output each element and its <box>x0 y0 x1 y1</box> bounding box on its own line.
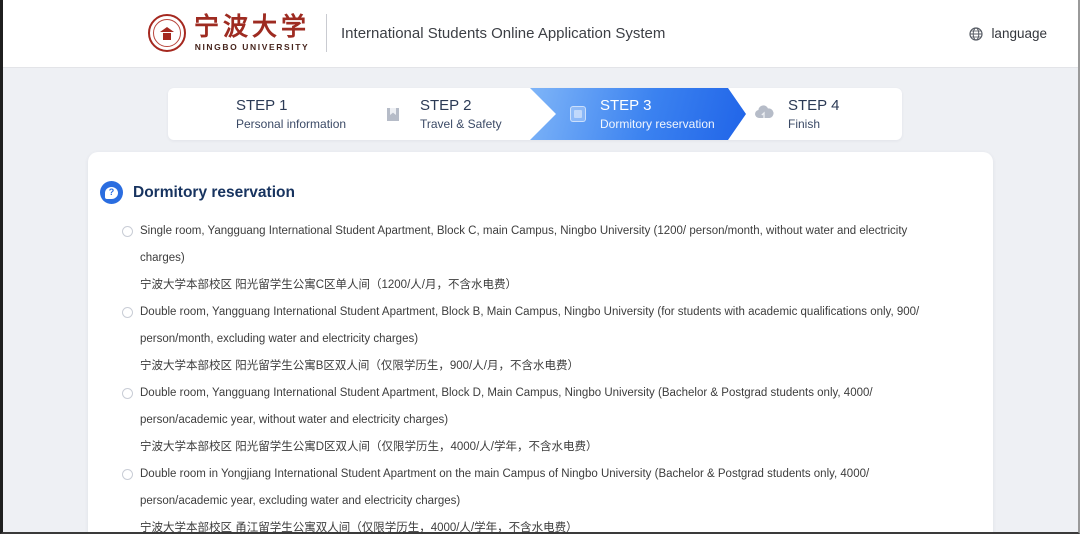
step-3-active[interactable]: STEP 3 Dormitory reservation <box>530 88 746 140</box>
step-3-sublabel: Dormitory reservation <box>600 117 715 131</box>
globe-icon <box>969 26 984 41</box>
step-3: STEP 3 Dormitory reservation <box>600 97 715 131</box>
option-label-zh: 宁波大学本部校区 甬江留学生公寓双人间（仅限学历生，4000/人/学年，不含水电… <box>140 522 578 534</box>
step-3-label: STEP 3 <box>600 97 652 114</box>
option-label-zh: 宁波大学本部校区 阳光留学生公寓D区双人间（仅限学历生，4000/人/学年，不含… <box>140 441 598 453</box>
page: { "header": { "logo": { "cn": "宁波大学", "e… <box>0 0 1080 534</box>
university-seal-icon <box>148 14 186 52</box>
logo-text: 宁波大学 NINGBO UNIVERSITY <box>194 12 311 53</box>
step-2-label: STEP 2 <box>420 97 472 114</box>
radio-button[interactable] <box>122 388 133 399</box>
option-label-zh: 宁波大学本部校区 阳光留学生公寓B区双人间（仅限学历生，900/人/月，不含水电… <box>140 360 579 372</box>
app-header: 宁波大学 NINGBO UNIVERSITY International Stu… <box>0 0 1080 68</box>
step-progress-bar: STEP 1 Personal information STEP 2 Trave… <box>168 88 902 140</box>
option-texts: Double room, Yangguang International Stu… <box>140 380 942 461</box>
logo-divider <box>326 14 328 52</box>
option-label-en: Double room, Yangguang International Stu… <box>140 306 920 345</box>
dormitory-option-1[interactable]: Single room, Yangguang International Stu… <box>122 218 962 299</box>
step-2-sublabel: Travel & Safety <box>420 117 502 131</box>
step-4[interactable]: STEP 4 Finish <box>788 97 839 131</box>
radio-button[interactable] <box>122 226 133 237</box>
book-icon <box>387 108 399 121</box>
step-1-label: STEP 1 <box>236 97 288 114</box>
language-selector[interactable]: language <box>969 26 1047 41</box>
section-header: ? Dormitory reservation <box>100 181 295 204</box>
option-label-zh: 宁波大学本部校区 阳光留学生公寓C区单人间（1200/人/月，不含水电费） <box>140 279 517 291</box>
step-1-sublabel: Personal information <box>236 117 347 131</box>
option-label-en: Double room, Yangguang International Stu… <box>140 387 873 426</box>
option-label-en: Single room, Yangguang International Stu… <box>140 225 908 264</box>
question-glyph: ? <box>105 186 118 199</box>
option-texts: Double room in Yongjiang International S… <box>140 461 942 534</box>
system-title: International Students Online Applicatio… <box>341 24 666 42</box>
step-4-label: STEP 4 <box>788 97 840 114</box>
dormitory-reservation-card: ? Dormitory reservation Single room, Yan… <box>88 152 993 534</box>
option-label-en: Double room in Yongjiang International S… <box>140 468 870 507</box>
seal-inner-ring <box>153 19 181 47</box>
university-logo: 宁波大学 NINGBO UNIVERSITY International Stu… <box>148 14 665 52</box>
step-1[interactable]: STEP 1 Personal information <box>236 97 346 131</box>
radio-button[interactable] <box>122 469 133 480</box>
language-label[interactable]: language <box>991 26 1047 41</box>
dormitory-options-list: Single room, Yangguang International Stu… <box>122 218 962 534</box>
logo-english-name: NINGBO UNIVERSITY <box>194 42 310 52</box>
seal-building-roof <box>160 26 174 32</box>
option-texts: Single room, Yangguang International Stu… <box>140 218 942 299</box>
section-title: Dormitory reservation <box>133 183 295 201</box>
step-4-sublabel: Finish <box>788 117 821 131</box>
step-2[interactable]: STEP 2 Travel & Safety <box>420 97 502 131</box>
dormitory-option-3[interactable]: Double room, Yangguang International Stu… <box>122 380 962 461</box>
grid-icon <box>570 106 586 122</box>
dormitory-option-2[interactable]: Double room, Yangguang International Stu… <box>122 299 962 380</box>
seal-building-body <box>163 32 171 40</box>
option-texts: Double room, Yangguang International Stu… <box>140 299 942 380</box>
radio-button[interactable] <box>122 307 133 318</box>
cloud-icon <box>755 105 774 118</box>
logo-chinese-name: 宁波大学 <box>194 12 311 41</box>
question-bubble-icon: ? <box>100 181 123 204</box>
dormitory-option-4[interactable]: Double room in Yongjiang International S… <box>122 461 962 534</box>
